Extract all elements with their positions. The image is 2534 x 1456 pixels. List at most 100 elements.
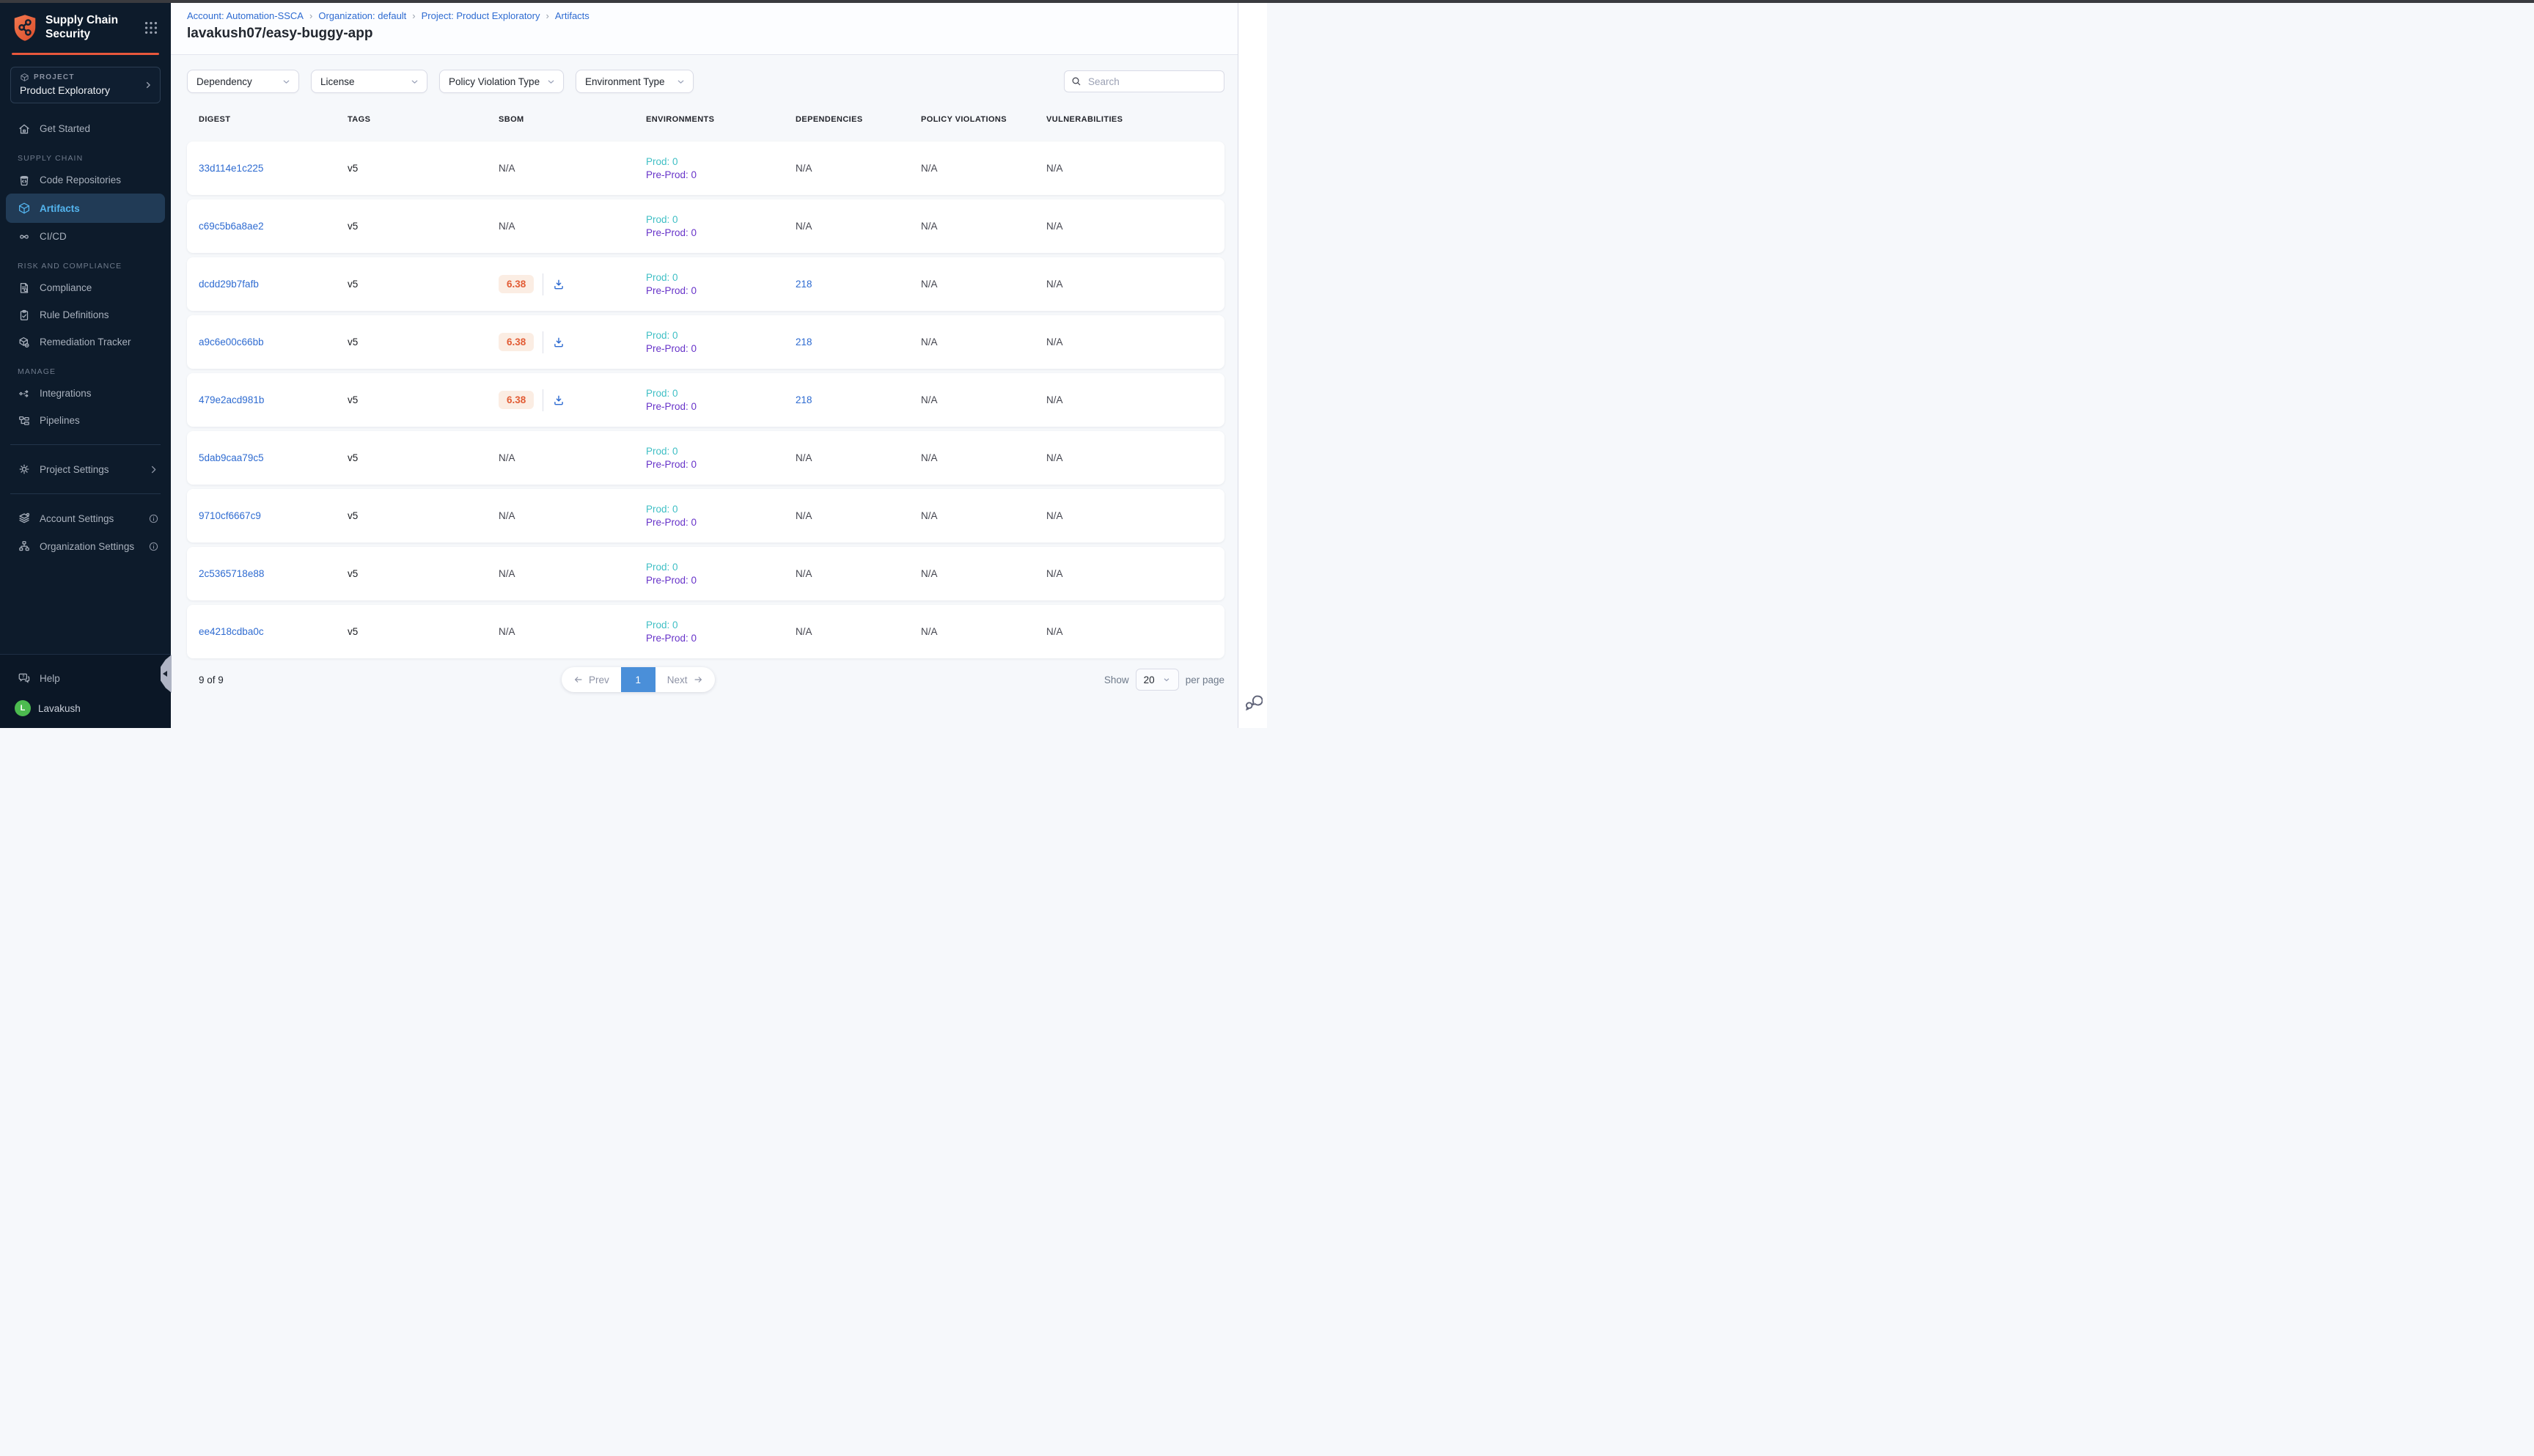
- sidebar-item-code-repositories[interactable]: Code Repositories: [0, 166, 171, 194]
- sidebar-item-label: Compliance: [40, 282, 92, 293]
- chevron-down-icon: [410, 77, 419, 87]
- download-sbom-icon[interactable]: [552, 278, 565, 291]
- digest-link[interactable]: 479e2acd981b: [199, 394, 348, 405]
- dependencies-link[interactable]: 218: [796, 279, 921, 290]
- sidebar-item-account-settings[interactable]: Account Settings: [0, 504, 171, 532]
- infinity-icon: [18, 230, 31, 243]
- tag-cell: v5: [348, 626, 499, 637]
- sidebar-item-label: Code Repositories: [40, 174, 121, 185]
- compliance-icon: [18, 282, 31, 295]
- dependencies-cell: N/A: [796, 452, 921, 463]
- page-title: lavakush07/easy-buggy-app: [187, 26, 1238, 42]
- filter-dropdown-environment-type[interactable]: Environment Type: [576, 70, 694, 93]
- dependencies-link[interactable]: 218: [796, 337, 921, 348]
- tag-cell: v5: [348, 337, 499, 348]
- dependencies-link[interactable]: 218: [796, 394, 921, 405]
- filter-dropdown-dependency[interactable]: Dependency: [187, 70, 299, 93]
- digest-link[interactable]: 2c5365718e88: [199, 568, 348, 579]
- digest-link[interactable]: 5dab9caa79c5: [199, 452, 348, 463]
- digest-link[interactable]: c69c5b6a8ae2: [199, 221, 348, 232]
- vulnerabilities-cell: N/A: [1046, 452, 1224, 463]
- page-number-active[interactable]: 1: [621, 667, 655, 692]
- table-row: 5dab9caa79c5v5N/AProd: 0Pre-Prod: 0N/AN/…: [187, 431, 1224, 485]
- env-prod: Prod: 0: [646, 504, 796, 515]
- nav-section-label: MANAGE: [0, 367, 171, 376]
- sidebar-item-help[interactable]: ? Help: [0, 665, 171, 691]
- env-prod: Prod: 0: [646, 619, 796, 630]
- results-count: 9 of 9: [199, 674, 224, 685]
- download-sbom-icon[interactable]: [552, 394, 565, 407]
- app-grid-icon[interactable]: [143, 20, 159, 36]
- search-icon: [1070, 76, 1082, 87]
- sidebar-item-artifacts[interactable]: Artifacts: [6, 194, 165, 223]
- filter-dropdown-policy-violation-type[interactable]: Policy Violation Type: [439, 70, 564, 93]
- sidebar-divider: [10, 493, 161, 494]
- breadcrumb-link[interactable]: Account: Automation-SSCA: [187, 10, 304, 21]
- dependencies-cell: N/A: [796, 163, 921, 174]
- environments-cell: Prod: 0Pre-Prod: 0: [646, 446, 796, 470]
- env-preprod: Pre-Prod: 0: [646, 575, 796, 586]
- accent-divider: [12, 53, 159, 55]
- vulnerabilities-cell: N/A: [1046, 163, 1224, 174]
- digest-link[interactable]: 9710cf6667c9: [199, 510, 348, 521]
- dependencies-cell: N/A: [796, 221, 921, 232]
- sidebar-item-organization-settings[interactable]: Organization Settings: [0, 532, 171, 560]
- column-header-vulnerabilities: VULNERABILITIES: [1046, 115, 1224, 124]
- env-preprod: Pre-Prod: 0: [646, 227, 796, 238]
- chevron-down-icon: [546, 77, 556, 87]
- breadcrumb-link[interactable]: Organization: default: [318, 10, 406, 21]
- policy-violations-cell: N/A: [921, 626, 1046, 637]
- digest-link[interactable]: ee4218cdba0c: [199, 626, 348, 637]
- user-menu[interactable]: L Lavakush: [0, 700, 171, 716]
- table-footer: 9 of 9 Prev 1 Next: [187, 667, 1224, 692]
- env-preprod: Pre-Prod: 0: [646, 169, 796, 180]
- vulnerabilities-cell: N/A: [1046, 337, 1224, 348]
- page-size-select[interactable]: 20: [1136, 669, 1179, 691]
- policy-violations-cell: N/A: [921, 394, 1046, 405]
- breadcrumb-separator: ›: [412, 10, 415, 21]
- sidebar-item-get-started[interactable]: Get Started: [0, 115, 171, 142]
- filter-dropdown-license[interactable]: License: [311, 70, 427, 93]
- sbom-cell: 6.38: [499, 331, 646, 353]
- digest-link[interactable]: dcdd29b7fafb: [199, 279, 348, 290]
- breadcrumb-link[interactable]: Project: Product Exploratory: [422, 10, 540, 21]
- prev-page-button[interactable]: Prev: [562, 667, 621, 692]
- env-prod: Prod: 0: [646, 388, 796, 399]
- sbom-cell: N/A: [499, 626, 646, 637]
- digest-link[interactable]: 33d114e1c225: [199, 163, 348, 174]
- sidebar-item-remediation-tracker[interactable]: Remediation Tracker: [0, 328, 171, 356]
- arrow-right-icon: [693, 674, 703, 685]
- env-preprod: Pre-Prod: 0: [646, 285, 796, 296]
- vulnerabilities-cell: N/A: [1046, 626, 1224, 637]
- environments-cell: Prod: 0Pre-Prod: 0: [646, 619, 796, 644]
- sidebar-item-compliance[interactable]: Compliance: [0, 274, 171, 301]
- environments-cell: Prod: 0Pre-Prod: 0: [646, 214, 796, 238]
- filter-label: License: [320, 76, 355, 87]
- search-input[interactable]: [1064, 70, 1224, 92]
- table-row: 2c5365718e88v5N/AProd: 0Pre-Prod: 0N/AN/…: [187, 547, 1224, 600]
- sidebar-item-label: Remediation Tracker: [40, 337, 131, 348]
- app-root: Supply Chain Security PROJECT Product: [0, 3, 1267, 728]
- project-label: PROJECT: [34, 73, 75, 81]
- project-selector[interactable]: PROJECT Product Exploratory: [10, 67, 161, 103]
- tag-cell: v5: [348, 510, 499, 521]
- artifacts-content: Dependency License Policy Violation Type En…: [171, 55, 1238, 728]
- environments-cell: Prod: 0Pre-Prod: 0: [646, 156, 796, 180]
- feedback-chat-icon[interactable]: [1243, 692, 1263, 712]
- breadcrumb-link[interactable]: Artifacts: [555, 10, 590, 21]
- digest-link[interactable]: a9c6e00c66bb: [199, 337, 348, 348]
- sidebar-item-integrations[interactable]: Integrations: [0, 380, 171, 407]
- filter-label: Policy Violation Type: [449, 76, 540, 87]
- sidebar-nav: Get StartedSUPPLY CHAINCode Repositories…: [0, 115, 171, 434]
- tag-cell: v5: [348, 279, 499, 290]
- sidebar-item-pipelines[interactable]: Pipelines: [0, 407, 171, 434]
- next-page-button[interactable]: Next: [655, 667, 715, 692]
- sidebar-item-ci-cd[interactable]: CI/CD: [0, 223, 171, 250]
- sbom-cell: N/A: [499, 221, 646, 232]
- sidebar-item-rule-definitions[interactable]: Rule Definitions: [0, 301, 171, 328]
- sidebar-footer: ? Help L Lavakush: [0, 654, 171, 728]
- env-prod: Prod: 0: [646, 446, 796, 457]
- help-chat-icon: ?: [18, 672, 31, 685]
- sidebar-item-project-settings[interactable]: Project Settings: [0, 455, 171, 483]
- download-sbom-icon[interactable]: [552, 336, 565, 349]
